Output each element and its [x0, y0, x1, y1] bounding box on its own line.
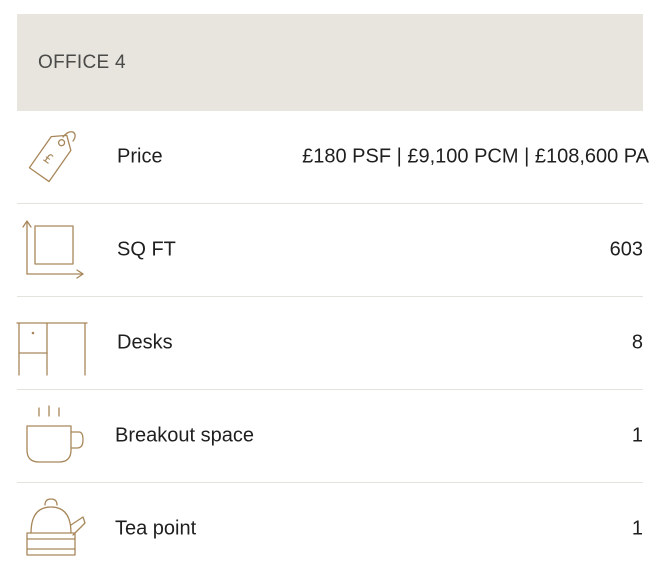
- spec-label: Breakout space: [115, 424, 254, 447]
- spec-row-breakout: Breakout space 1: [17, 390, 643, 483]
- coffee-cup-icon: [17, 390, 93, 482]
- price-tag-icon: £: [17, 111, 93, 203]
- spec-value: 603: [609, 238, 643, 261]
- spec-value: 1: [631, 517, 643, 540]
- office-card: OFFICE 4 £ Price £180 PSF | £9,100 PCM |…: [16, 14, 649, 575]
- kettle-icon: [17, 483, 93, 575]
- spec-row-tea-point: Tea point 1: [17, 483, 643, 575]
- spec-value: £180 PSF | £9,100 PCM | £108,600 PA: [302, 145, 649, 168]
- spec-label: Tea point: [115, 517, 197, 540]
- spec-row-sqft: SQ FT 603: [17, 204, 643, 297]
- office-header: OFFICE 4: [17, 14, 643, 111]
- floor-area-icon: [17, 204, 93, 296]
- spec-value: 8: [631, 331, 643, 354]
- spec-row-desks: Desks 8: [16, 297, 643, 390]
- spec-row-price: £ Price £180 PSF | £9,100 PCM | £108,600…: [17, 111, 649, 204]
- spec-label: Price: [117, 145, 163, 168]
- spec-label: Desks: [117, 331, 173, 354]
- desk-icon: [16, 297, 93, 389]
- svg-text:£: £: [40, 151, 55, 168]
- office-title: OFFICE 4: [38, 51, 126, 73]
- spec-value: 1: [631, 424, 643, 447]
- spec-label: SQ FT: [117, 238, 176, 261]
